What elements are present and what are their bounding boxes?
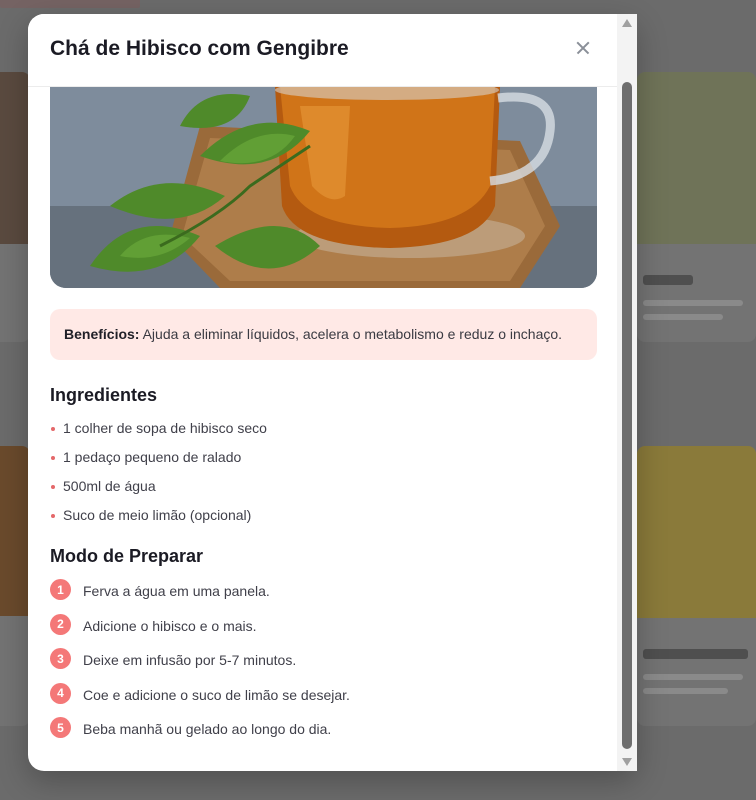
background-card [0,72,30,342]
list-item: 1 colher de sopa de hibisco seco [50,418,597,447]
step-item: 3 Deixe em infusão por 5-7 minutos. [50,648,597,683]
step-text: Coe e adicione o suco de limão se deseja… [83,686,350,703]
recipe-image [50,86,597,288]
step-text: Deixe em infusão por 5-7 minutos. [83,652,297,668]
step-item: 1 Ferva a água em uma panela. [50,579,597,614]
benefits-text: Ajuda a eliminar líquidos, acelera o met… [139,326,563,342]
background-heading [0,0,140,8]
background-card [0,446,30,726]
preparation-steps: 1 Ferva a água em uma panela. 2 Adicione… [50,579,597,752]
benefits-label: Benefícios: [64,326,140,342]
step-item: 4 Coe e adicione o suco de limão se dese… [50,682,597,718]
background-card [637,72,756,342]
step-number-badge: 3 [50,648,71,669]
list-item: Suco de meio limão (opcional) [50,505,597,534]
recipe-modal: Chá de Hibisco com Gengibre Benefícios: … [28,14,637,771]
modal-body: Benefícios: Ajuda a eliminar líquidos, a… [50,86,597,752]
close-icon[interactable] [571,36,595,60]
step-number-badge: 4 [50,682,71,704]
modal-scrollbar[interactable] [617,14,637,771]
background-card [637,446,756,726]
arrow-down-icon[interactable] [622,758,632,766]
modal-header: Chá de Hibisco com Gengibre [28,14,617,87]
step-item: 2 Adicione o hibisco e o mais. [50,613,597,649]
ingredients-list: 1 colher de sopa de hibisco seco 1 pedaç… [50,418,597,534]
arrow-up-icon[interactable] [622,19,632,27]
benefits-box: Benefícios: Ajuda a eliminar líquidos, a… [50,309,597,360]
scrollbar-thumb[interactable] [622,82,632,749]
step-text: Beba manhã ou gelado ao longo do dia. [83,721,332,737]
step-number-badge: 1 [50,579,71,600]
step-text: Adicione o hibisco e o mais. [83,617,257,634]
list-item: 500ml de água [50,476,597,505]
preparation-heading: Modo de Preparar [50,546,204,566]
ingredients-heading: Ingredientes [50,385,158,405]
list-item: 1 pedaço pequeno de ralado [50,447,597,476]
step-text: Ferva a água em uma panela. [83,583,270,599]
step-number-badge: 5 [50,717,71,738]
modal-title: Chá de Hibisco com Gengibre [50,37,349,60]
step-item: 5 Beba manhã ou gelado ao longo do dia. [50,717,597,752]
step-number-badge: 2 [50,613,71,635]
